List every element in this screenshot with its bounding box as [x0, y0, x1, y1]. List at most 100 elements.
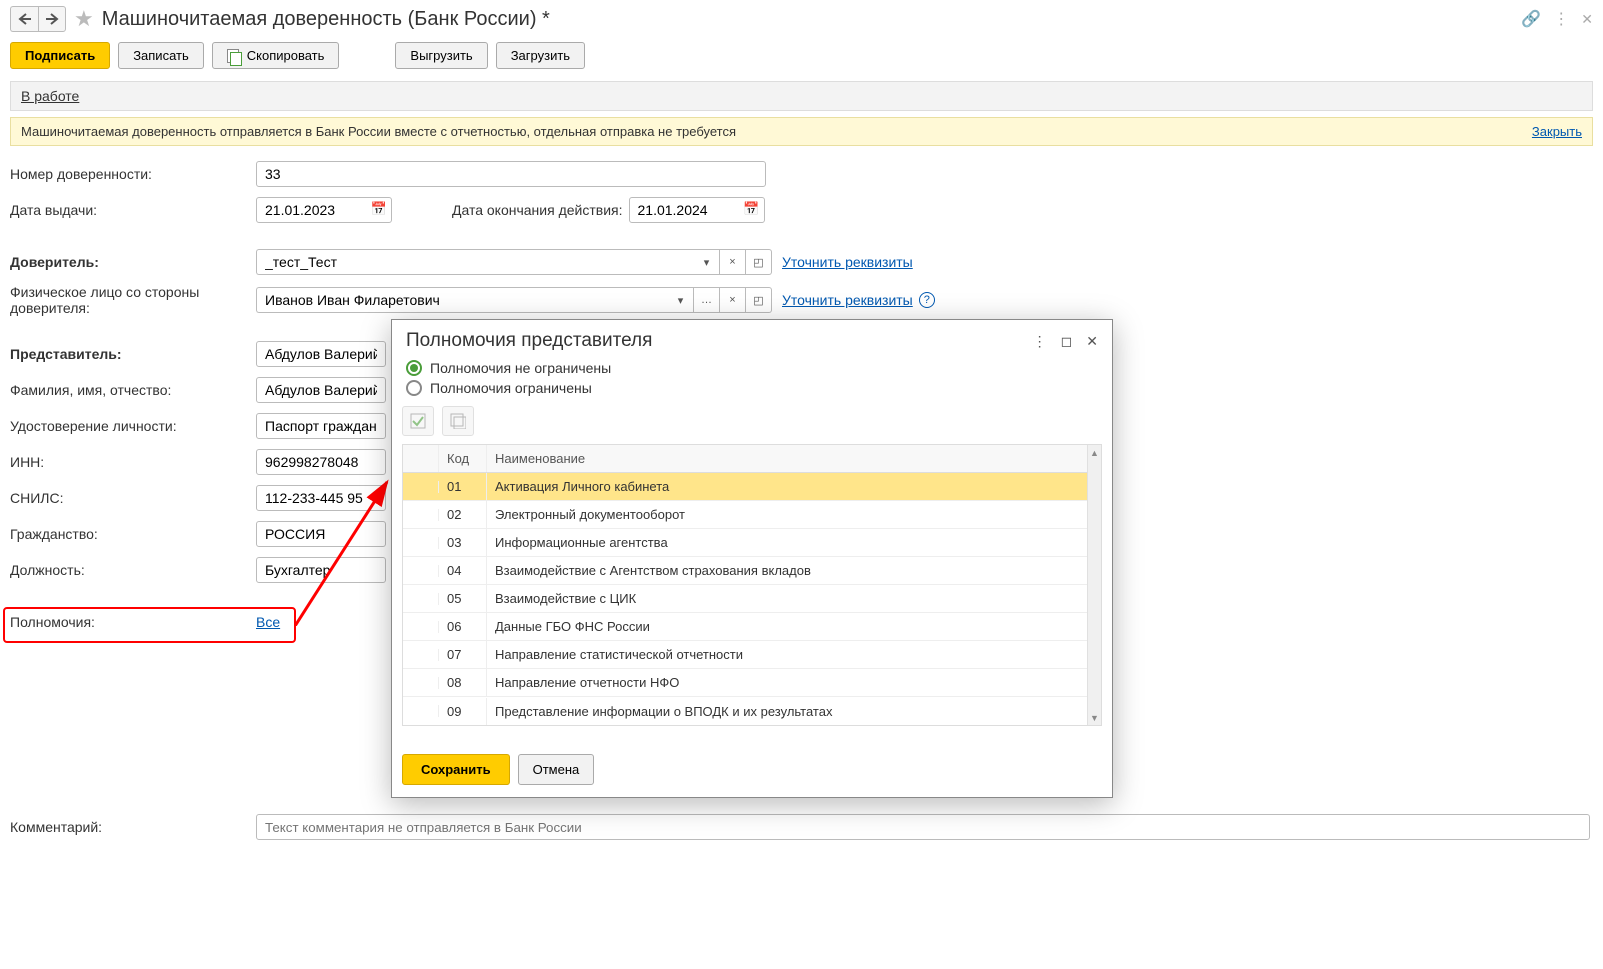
- info-text: Машиночитаемая доверенность отправляется…: [21, 124, 736, 139]
- powers-dialog: Полномочия представителя ⋮ ◻ ✕ Полномочи…: [391, 319, 1113, 798]
- more-icon[interactable]: ⋮: [1553, 9, 1569, 29]
- radio-limited[interactable]: [406, 380, 422, 396]
- id-label: Удостоверение личности:: [10, 418, 256, 434]
- grid-cell-name: Взаимодействие с ЦИК: [487, 585, 1101, 612]
- radio-limited-label: Полномочия ограничены: [430, 380, 592, 396]
- dialog-close-icon[interactable]: ✕: [1086, 333, 1098, 350]
- save-button[interactable]: Записать: [118, 42, 204, 69]
- grid-cell-code: 09: [439, 698, 487, 725]
- grid-scrollbar[interactable]: ▲ ▼: [1087, 445, 1101, 725]
- grid-cell-name: Направление статистической отчетности: [487, 641, 1101, 668]
- grid-col-code: Код: [439, 445, 487, 472]
- dropdown-button[interactable]: ▾: [694, 249, 720, 275]
- principal-person-input[interactable]: [256, 287, 668, 313]
- issue-date-label: Дата выдачи:: [10, 202, 256, 218]
- info-bar: Машиночитаемая доверенность отправляется…: [10, 117, 1593, 146]
- grid-row[interactable]: 04 Взаимодействие с Агентством страхован…: [403, 557, 1101, 585]
- grid-col-check: [403, 445, 439, 472]
- id-input[interactable]: [256, 413, 386, 439]
- fio-input[interactable]: [256, 377, 386, 403]
- radio-unlimited[interactable]: [406, 360, 422, 376]
- help-icon[interactable]: ?: [919, 292, 935, 308]
- nav-forward-button[interactable]: [38, 6, 66, 32]
- favorite-star-icon[interactable]: ★: [74, 6, 94, 32]
- link-icon[interactable]: 🔗: [1521, 9, 1541, 29]
- expiry-date-label: Дата окончания действия:: [452, 202, 623, 218]
- grid-cell-code: 04: [439, 557, 487, 584]
- scroll-up-icon[interactable]: ▲: [1088, 445, 1101, 460]
- grid-row[interactable]: 05 Взаимодействие с ЦИК: [403, 585, 1101, 613]
- arrow-left-icon: [18, 13, 32, 25]
- scroll-down-icon[interactable]: ▼: [1088, 710, 1101, 725]
- comment-label: Комментарий:: [10, 819, 256, 835]
- grid-cell-name: Представление информации о ВПОДК и их ре…: [487, 698, 1101, 725]
- nav-back-button[interactable]: [10, 6, 38, 32]
- calendar-icon[interactable]: 📅: [743, 201, 759, 217]
- comment-input[interactable]: [256, 814, 1590, 840]
- grid-cell-name: Электронный документооборот: [487, 501, 1101, 528]
- page-title: Машиночитаемая доверенность (Банк России…: [102, 8, 550, 31]
- grid-cell-name: Взаимодействие с Агентством страхования …: [487, 557, 1101, 584]
- citizenship-label: Гражданство:: [10, 526, 256, 542]
- clarify-person-link[interactable]: Уточнить реквизиты: [782, 292, 913, 308]
- powers-all-link[interactable]: Все: [256, 614, 280, 630]
- citizenship-input[interactable]: [256, 521, 386, 547]
- grid-cell-code: 03: [439, 529, 487, 556]
- fio-label: Фамилия, имя, отчество:: [10, 382, 256, 398]
- grid-row[interactable]: 03 Информационные агентства: [403, 529, 1101, 557]
- inn-label: ИНН:: [10, 454, 256, 470]
- grid-cell-code: 02: [439, 501, 487, 528]
- select-button[interactable]: …: [694, 287, 720, 313]
- grid-cell-code: 07: [439, 641, 487, 668]
- dialog-cancel-button[interactable]: Отмена: [518, 754, 595, 785]
- grid-row[interactable]: 01 Активация Личного кабинета: [403, 473, 1101, 501]
- open-ref-button[interactable]: ◰: [746, 249, 772, 275]
- dropdown-button[interactable]: ▾: [668, 287, 694, 313]
- dialog-more-icon[interactable]: ⋮: [1033, 333, 1047, 350]
- principal-label: Доверитель:: [10, 254, 256, 270]
- grid-row[interactable]: 06 Данные ГБО ФНС России: [403, 613, 1101, 641]
- powers-grid: Код Наименование 01 Активация Личного ка…: [402, 444, 1102, 726]
- copy-button[interactable]: Скопировать: [212, 42, 340, 69]
- snils-input[interactable]: [256, 485, 386, 511]
- inn-input[interactable]: [256, 449, 386, 475]
- number-label: Номер доверенности:: [10, 166, 256, 182]
- status-bar[interactable]: В работе: [10, 81, 1593, 111]
- sign-button[interactable]: Подписать: [10, 42, 110, 69]
- dialog-save-button[interactable]: Сохранить: [402, 754, 510, 785]
- number-input[interactable]: [256, 161, 766, 187]
- representative-label: Представитель:: [10, 346, 256, 362]
- radio-unlimited-label: Полномочия не ограничены: [430, 360, 611, 376]
- grid-cell-code: 05: [439, 585, 487, 612]
- clear-button[interactable]: ×: [720, 287, 746, 313]
- powers-label: Полномочия:: [10, 614, 256, 630]
- calendar-icon[interactable]: 📅: [371, 201, 387, 217]
- grid-row[interactable]: 09 Представление информации о ВПОДК и их…: [403, 697, 1101, 725]
- snils-label: СНИЛС:: [10, 490, 256, 506]
- principal-input[interactable]: [256, 249, 694, 275]
- grid-cell-name: Информационные агентства: [487, 529, 1101, 556]
- grid-cell-code: 06: [439, 613, 487, 640]
- open-ref-button[interactable]: ◰: [746, 287, 772, 313]
- info-close-link[interactable]: Закрыть: [1532, 124, 1582, 139]
- dialog-maximize-icon[interactable]: ◻: [1061, 333, 1073, 350]
- grid-row[interactable]: 02 Электронный документооборот: [403, 501, 1101, 529]
- uncheck-all-button[interactable]: [442, 406, 474, 436]
- principal-person-label: Физическое лицо со стороны доверителя:: [10, 284, 256, 316]
- clarify-principal-link[interactable]: Уточнить реквизиты: [782, 254, 913, 270]
- arrow-right-icon: [45, 13, 59, 25]
- grid-row[interactable]: 08 Направление отчетности НФО: [403, 669, 1101, 697]
- export-button[interactable]: Выгрузить: [395, 42, 487, 69]
- grid-cell-name: Направление отчетности НФО: [487, 669, 1101, 696]
- grid-row[interactable]: 07 Направление статистической отчетности: [403, 641, 1101, 669]
- position-input[interactable]: [256, 557, 386, 583]
- grid-cell-name: Данные ГБО ФНС России: [487, 613, 1101, 640]
- grid-col-name: Наименование: [487, 445, 1101, 472]
- clear-button[interactable]: ×: [720, 249, 746, 275]
- representative-input[interactable]: [256, 341, 386, 367]
- import-button[interactable]: Загрузить: [496, 42, 585, 69]
- grid-cell-name: Активация Личного кабинета: [487, 473, 1101, 500]
- grid-cell-code: 08: [439, 669, 487, 696]
- close-icon[interactable]: ✕: [1581, 11, 1593, 28]
- check-all-button[interactable]: [402, 406, 434, 436]
